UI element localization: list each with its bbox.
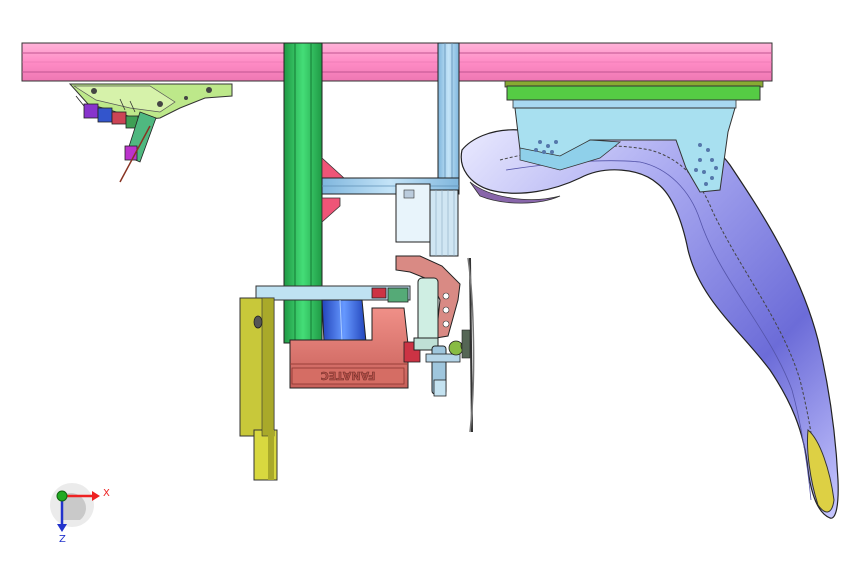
- z-axis-label: Z: [59, 534, 66, 545]
- racing-seat-shell[interactable]: [460, 107, 839, 519]
- x-axis-label: X: [103, 488, 110, 499]
- motor-cover[interactable]: [321, 299, 367, 343]
- axis-triad: X Z: [50, 483, 110, 545]
- seat-mount-plates[interactable]: [504, 80, 764, 109]
- cad-viewport[interactable]: FANATEC X Z: [0, 0, 867, 562]
- top-frame-rail[interactable]: [21, 42, 773, 82]
- y-axis-dot: [56, 490, 68, 502]
- column-clamp[interactable]: [395, 183, 459, 257]
- shifter-bracket-assembly[interactable]: [68, 83, 233, 183]
- blue-vertical-profile[interactable]: [437, 42, 460, 179]
- steering-wheel[interactable]: [461, 257, 475, 433]
- yellow-side-plate[interactable]: [239, 297, 278, 481]
- cad-model-view[interactable]: FANATEC X Z: [0, 0, 867, 562]
- engraved-brand-text: FANATEC: [321, 369, 376, 382]
